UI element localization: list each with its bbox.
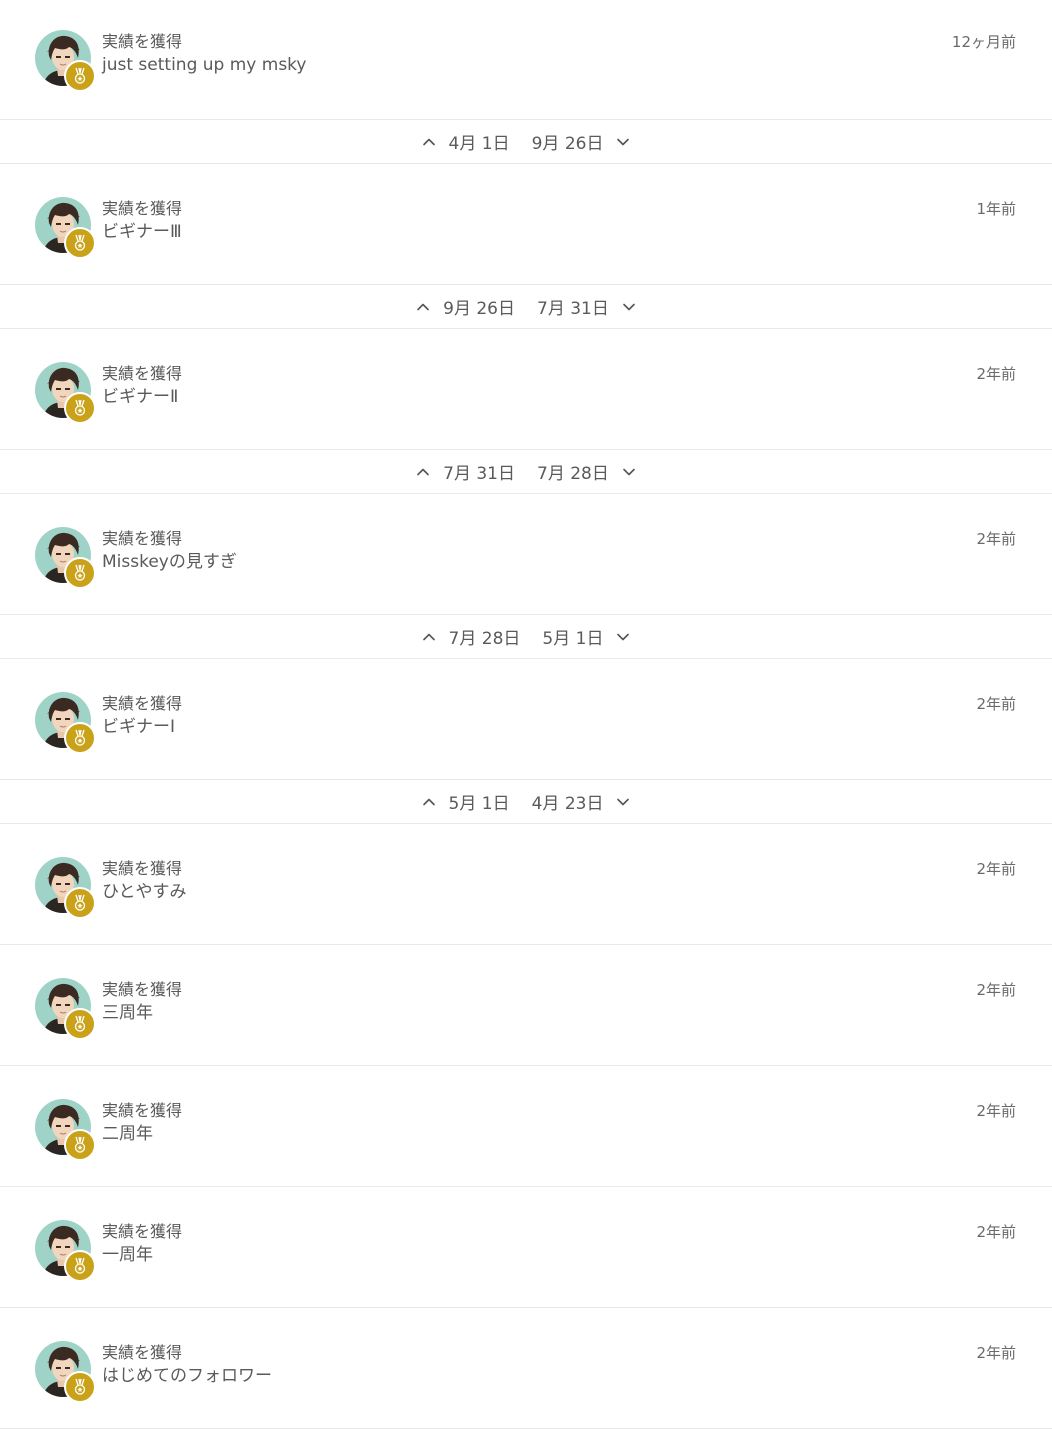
chevron-down-icon [615, 134, 631, 150]
notification-type: 実績を獲得 [102, 1222, 183, 1241]
achievement-name: just setting up my msky [102, 55, 307, 75]
notification-item[interactable]: 実績を獲得 Misskeyの見すぎ 2年前 [0, 494, 1052, 615]
chevron-down-icon [615, 794, 631, 810]
notification-item[interactable]: 実績を獲得 just setting up my msky 12ヶ月前 [0, 0, 1052, 120]
notification-item[interactable]: 実績を獲得ビギナーⅠ 2年前 [0, 659, 1052, 780]
date-separator: 4月 1日 9月 26日 [0, 120, 1052, 164]
medal-icon [64, 60, 96, 92]
achievement-name: ひとやすみ [102, 882, 187, 902]
date-separator: 7月 31日 7月 28日 [0, 450, 1052, 494]
achievement-name: はじめてのフォロワー [102, 1366, 272, 1386]
notification-item[interactable]: 実績を獲得はじめてのフォロワー 2年前 [0, 1308, 1052, 1429]
relative-time[interactable]: 2年前 [976, 364, 1016, 384]
notification-item[interactable]: 実績を獲得三周年 2年前 [0, 945, 1052, 1066]
chevron-up-icon [421, 794, 437, 810]
date-next: 7月 28日 [537, 464, 609, 484]
medal-icon [64, 1008, 96, 1040]
medal-icon [64, 1250, 96, 1282]
notification-type: 実績を獲得 [102, 199, 183, 218]
date-separator: 9月 26日 7月 31日 [0, 285, 1052, 329]
notification-item[interactable]: 実績を獲得ビギナーⅡ 2年前 [0, 329, 1052, 450]
relative-time[interactable]: 1年前 [976, 199, 1016, 219]
medal-icon [64, 392, 96, 424]
achievement-name: 三周年 [102, 1003, 153, 1023]
notification-item[interactable]: 実績を獲得ビギナーⅢ 1年前 [0, 164, 1052, 285]
medal-icon [64, 1129, 96, 1161]
relative-time[interactable]: 12ヶ月前 [952, 32, 1016, 52]
notification-type: 実績を獲得 [102, 529, 183, 548]
chevron-down-icon [621, 464, 637, 480]
date-prev: 9月 26日 [443, 299, 515, 319]
date-prev: 7月 31日 [443, 464, 515, 484]
achievement-name: ビギナーⅠ [102, 717, 176, 737]
medal-icon [64, 557, 96, 589]
notification-type: 実績を獲得 [102, 980, 183, 999]
relative-time[interactable]: 2年前 [976, 694, 1016, 714]
notification-item[interactable]: 実績を獲得一周年 2年前 [0, 1187, 1052, 1308]
achievement-name: Misskeyの見すぎ [102, 552, 237, 572]
chevron-down-icon [621, 299, 637, 315]
achievement-name: 二周年 [102, 1124, 153, 1144]
date-next: 4月 23日 [531, 794, 604, 814]
relative-time[interactable]: 2年前 [976, 980, 1016, 1000]
notification-type: 実績を獲得 [102, 1101, 183, 1120]
date-prev: 7月 28日 [448, 629, 521, 649]
notification-type: 実績を獲得 [102, 1343, 183, 1362]
achievement-name: ビギナーⅢ [102, 222, 182, 242]
notification-type: 実績を獲得 [102, 364, 183, 383]
achievement-name: ビギナーⅡ [102, 387, 179, 407]
date-next: 7月 31日 [537, 299, 609, 319]
notification-type: 実績を獲得 [102, 694, 183, 713]
relative-time[interactable]: 2年前 [976, 1222, 1016, 1242]
medal-icon [64, 1371, 96, 1403]
relative-time[interactable]: 2年前 [976, 1101, 1016, 1121]
chevron-up-icon [415, 464, 431, 480]
date-next: 9月 26日 [531, 134, 604, 154]
notification-item[interactable]: 実績を獲得二周年 2年前 [0, 1066, 1052, 1187]
date-prev: 5月 1日 [448, 794, 510, 814]
relative-time[interactable]: 2年前 [976, 859, 1016, 879]
chevron-up-icon [421, 134, 437, 150]
notification-type: 実績を獲得 [102, 859, 183, 878]
relative-time[interactable]: 2年前 [976, 529, 1016, 549]
notification-item[interactable]: 実績を獲得ひとやすみ 2年前 [0, 824, 1052, 945]
chevron-up-icon [415, 299, 431, 315]
medal-icon [64, 722, 96, 754]
achievement-name: 一周年 [102, 1245, 153, 1265]
medal-icon [64, 227, 96, 259]
date-next: 5月 1日 [542, 629, 604, 649]
relative-time[interactable]: 2年前 [976, 1343, 1016, 1363]
date-prev: 4月 1日 [448, 134, 510, 154]
date-separator: 7月 28日 5月 1日 [0, 615, 1052, 659]
notification-type: 実績を獲得 [102, 32, 183, 51]
chevron-down-icon [615, 629, 631, 645]
date-separator: 5月 1日 4月 23日 [0, 780, 1052, 824]
notification-timeline: 実績を獲得 just setting up my msky 12ヶ月前 4月 1日 9月… [0, 0, 1052, 1429]
chevron-up-icon [421, 629, 437, 645]
medal-icon [64, 887, 96, 919]
